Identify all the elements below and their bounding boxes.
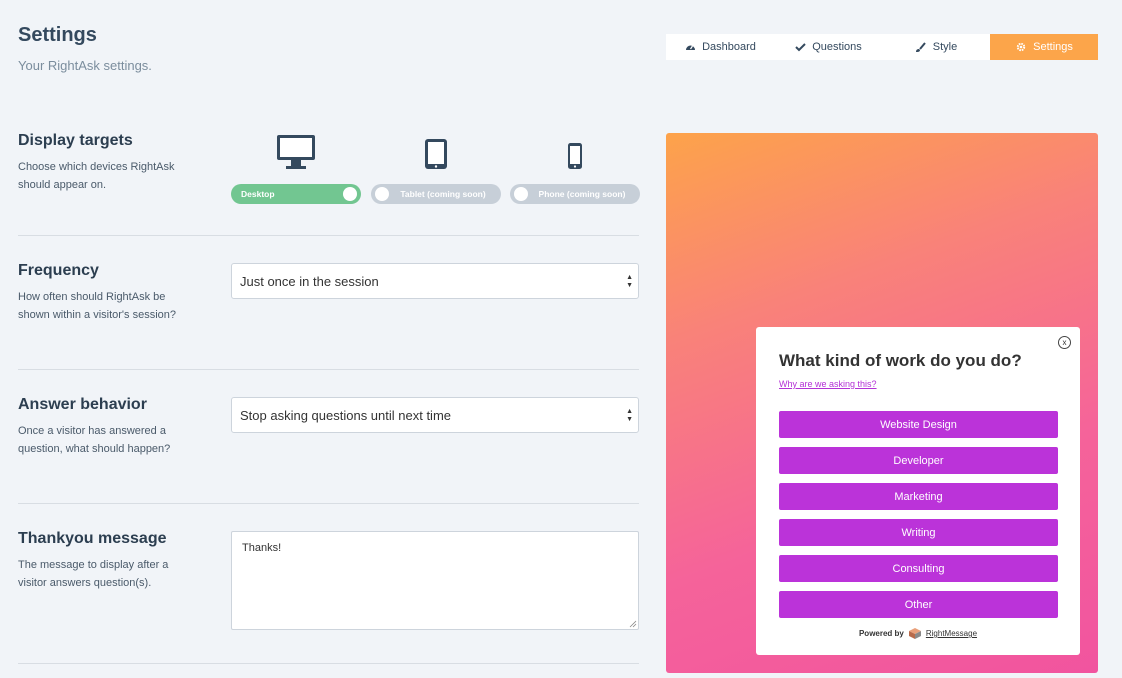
- answer-button[interactable]: Developer: [779, 447, 1058, 474]
- page-subtitle: Your RightAsk settings.: [18, 58, 152, 73]
- rightmessage-logo-icon: [908, 628, 921, 639]
- toggle-label: Tablet (coming soon): [400, 189, 486, 199]
- rightask-widget: x What kind of work do you do? Why are w…: [756, 327, 1080, 655]
- widget-preview: x What kind of work do you do? Why are w…: [666, 133, 1098, 673]
- desktop-toggle[interactable]: Desktop: [231, 184, 361, 204]
- tab-style[interactable]: Style: [882, 34, 990, 60]
- answer-button[interactable]: Writing: [779, 519, 1058, 546]
- tab-label: Questions: [812, 41, 862, 53]
- tab-label: Style: [932, 41, 958, 53]
- tab-label: Settings: [1033, 41, 1073, 53]
- answer-behavior-select[interactable]: Stop asking questions until next time ▲ ▼: [231, 397, 639, 433]
- toggle-label: Desktop: [241, 189, 275, 199]
- toggle-label: Phone (coming soon): [538, 189, 626, 199]
- select-value: Just once in the session: [240, 273, 379, 289]
- resize-handle-icon[interactable]: [629, 620, 637, 628]
- section-description: The message to display after a visitor a…: [18, 559, 169, 589]
- tab-dashboard[interactable]: Dashboard: [666, 34, 774, 60]
- toggle-knob: [514, 187, 528, 201]
- tab-questions[interactable]: Questions: [774, 34, 882, 60]
- answer-button[interactable]: Marketing: [779, 483, 1058, 510]
- powered-by: Powered by RightMessage: [756, 628, 1080, 639]
- section-description: How often should RightAsk be shown withi…: [18, 291, 177, 321]
- dashboard-icon: [684, 41, 696, 53]
- toggle-knob: [343, 187, 357, 201]
- answer-button[interactable]: Consulting: [779, 555, 1058, 582]
- divider: [18, 369, 639, 370]
- widget-question: What kind of work do you do?: [779, 351, 1022, 370]
- tab-settings[interactable]: Settings: [990, 34, 1098, 60]
- phone-icon: [567, 130, 583, 170]
- tablet-toggle[interactable]: Tablet (coming soon): [371, 184, 501, 204]
- divider: [18, 503, 639, 504]
- select-value: Stop asking questions until next time: [240, 407, 452, 423]
- tab-label: Dashboard: [702, 41, 756, 53]
- device-desktop: Desktop: [231, 130, 361, 204]
- section-description: Once a visitor has answered a question, …: [18, 425, 171, 455]
- tablet-icon: [424, 130, 448, 170]
- thankyou-textarea[interactable]: Thanks!: [231, 531, 639, 630]
- phone-toggle[interactable]: Phone (coming soon): [510, 184, 640, 204]
- textarea-value: Thanks!: [242, 542, 282, 554]
- answer-button[interactable]: Other: [779, 591, 1058, 618]
- nav-tabs: Dashboard Questions Style Settings: [666, 34, 1098, 60]
- device-phone: Phone (coming soon): [510, 130, 640, 204]
- select-arrows-icon: ▲ ▼: [626, 274, 633, 289]
- desktop-icon: [276, 130, 316, 170]
- answer-list: Website Design Developer Marketing Writi…: [779, 411, 1058, 627]
- check-icon: [794, 41, 806, 53]
- answer-button[interactable]: Website Design: [779, 411, 1058, 438]
- why-asking-link[interactable]: Why are we asking this?: [779, 379, 877, 389]
- section-description: Choose which devices RightAsk should app…: [18, 161, 175, 191]
- close-icon[interactable]: x: [1058, 336, 1071, 349]
- rightmessage-link[interactable]: RightMessage: [926, 629, 977, 638]
- brush-icon: [915, 41, 927, 53]
- divider: [18, 235, 639, 236]
- powered-by-label: Powered by: [858, 629, 904, 638]
- page-title: Settings: [18, 24, 97, 46]
- frequency-select[interactable]: Just once in the session ▲ ▼: [231, 263, 639, 299]
- toggle-knob: [375, 187, 389, 201]
- gear-icon: [1015, 41, 1027, 53]
- device-tablet: Tablet (coming soon): [371, 130, 501, 204]
- select-arrows-icon: ▲ ▼: [626, 408, 633, 423]
- divider: [18, 663, 639, 664]
